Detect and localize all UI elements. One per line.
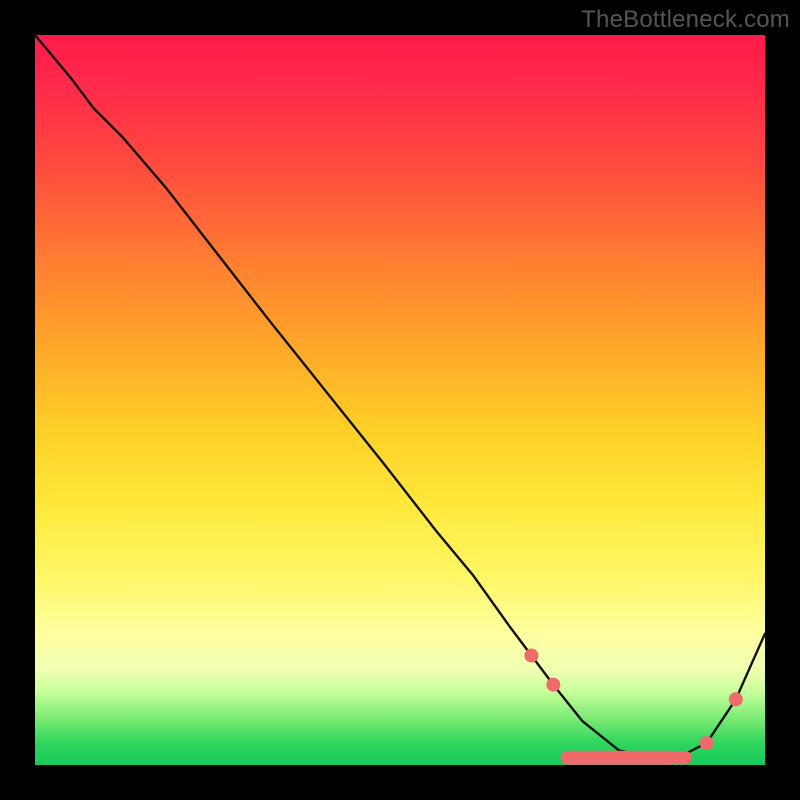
marker-dot (678, 751, 692, 765)
watermark-text: TheBottleneck.com (581, 6, 790, 34)
plot-area (35, 35, 765, 765)
chart-svg (35, 35, 765, 765)
marker-dot (524, 649, 538, 663)
marker-dot (729, 692, 743, 706)
marker-bar (561, 751, 678, 765)
marker-group (524, 649, 742, 765)
bottleneck-curve (35, 35, 765, 758)
chart-frame: TheBottleneck.com (0, 0, 800, 800)
marker-dot (700, 736, 714, 750)
marker-dot (546, 678, 560, 692)
